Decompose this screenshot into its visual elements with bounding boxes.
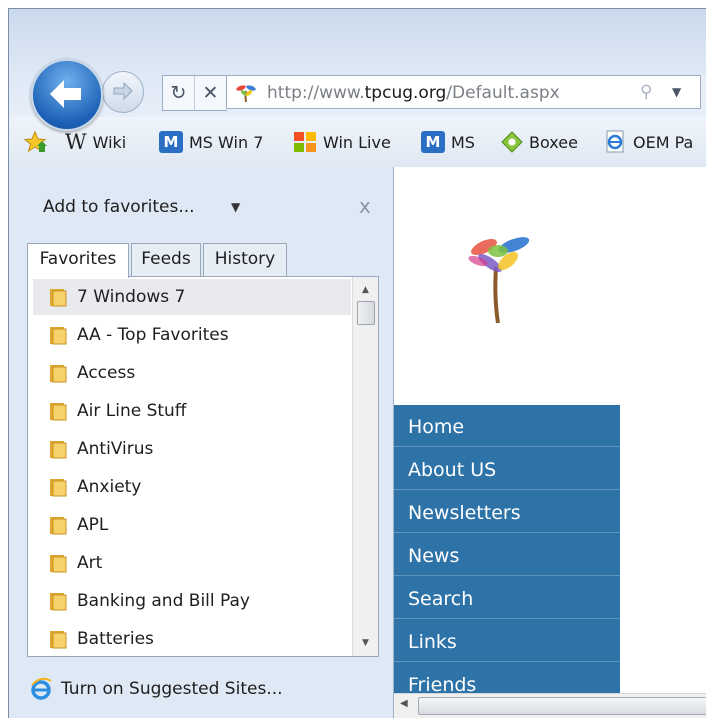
chevron-down-icon[interactable]: ▼ [672, 85, 681, 99]
folder-label: Banking and Bill Pay [77, 591, 250, 611]
list-item[interactable]: AntiVirus [33, 431, 351, 467]
close-icon[interactable]: x [359, 194, 371, 218]
folder-icon [50, 289, 67, 307]
internet-explorer-icon [31, 677, 52, 700]
wikipedia-icon: W [65, 130, 87, 154]
folder-icon [50, 555, 67, 573]
folder-label: Anxiety [77, 477, 142, 497]
list-item[interactable]: Anxiety [33, 469, 351, 505]
folder-icon [50, 327, 67, 345]
favorite-label: Win Live [323, 132, 391, 152]
favorite-link-win-live[interactable]: Win Live [293, 117, 391, 167]
favorites-star-icon[interactable] [23, 117, 49, 167]
address-url[interactable]: http://www.tpcug.org/Default.aspx [267, 83, 560, 103]
search-icon[interactable]: ⚲ [640, 82, 652, 102]
menu-item-about-us[interactable]: About US [394, 448, 620, 490]
folder-label: AA - Top Favorites [77, 325, 229, 345]
menu-item-home[interactable]: Home [394, 405, 620, 447]
list-item[interactable]: APL [33, 507, 351, 543]
url-prefix: http://www. [267, 83, 365, 103]
list-item[interactable]: Banking and Bill Pay [33, 583, 351, 619]
msn-icon: M [421, 131, 445, 153]
favorite-link-ms-win7[interactable]: M MS Win 7 [159, 117, 263, 167]
msn-icon: M [159, 131, 183, 153]
stop-icon[interactable]: ✕ [195, 76, 226, 110]
favorite-label: OEM Pa [633, 132, 694, 152]
refresh-icon[interactable]: ↻ [163, 76, 195, 110]
favorites-center: Add to favorites... ▼ x Favorites Feeds … [9, 167, 394, 718]
list-item[interactable]: Batteries [33, 621, 351, 656]
url-domain: tpcug.org [364, 83, 447, 103]
list-item[interactable]: Art [33, 545, 351, 581]
scroll-up-icon[interactable]: ▲ [353, 279, 378, 301]
horizontal-scrollbar[interactable]: ◀ [394, 693, 706, 718]
ie-page-icon [606, 130, 624, 153]
menu-item-news[interactable]: News [394, 534, 620, 576]
palm-tree-logo-icon [468, 237, 530, 324]
folder-icon [50, 403, 67, 421]
folder-icon [50, 517, 67, 535]
favorite-link-oem[interactable]: OEM Pa [605, 117, 693, 167]
suggested-sites-label: Turn on Suggested Sites... [61, 679, 283, 699]
browser-window: ↻ ✕ http://www.tpcug.org/Default.aspx ⚲ … [8, 8, 706, 718]
list-item[interactable]: 7 Windows 7 [33, 279, 351, 315]
forward-arrow-icon [113, 81, 133, 101]
folder-label: Batteries [77, 629, 154, 649]
favorite-label: Wiki [92, 132, 127, 152]
site-navigation-menu: Home About US Newsletters News Search Li… [394, 405, 620, 705]
site-favicon-icon [236, 85, 256, 103]
folder-label: 7 Windows 7 [77, 287, 186, 307]
favorites-list: 7 Windows 7 AA - Top Favorites Access Ai… [27, 276, 379, 657]
folder-label: Art [77, 553, 103, 573]
tab-history[interactable]: History [203, 243, 287, 276]
tab-favorites[interactable]: Favorites [27, 243, 129, 278]
list-item[interactable]: Access [33, 355, 351, 391]
back-arrow-icon [50, 80, 81, 108]
chevron-down-icon[interactable]: ▼ [231, 200, 240, 214]
folder-icon [50, 631, 67, 649]
folder-icon [50, 479, 67, 497]
folder-label: AntiVirus [77, 439, 154, 459]
folder-label: APL [77, 515, 109, 535]
menu-item-newsletters[interactable]: Newsletters [394, 491, 620, 533]
favorite-label: MS Win 7 [189, 132, 264, 152]
address-bar-edge [701, 75, 706, 109]
scroll-down-icon[interactable]: ▼ [353, 632, 378, 654]
star-add-icon [23, 130, 47, 153]
address-tools: ↻ ✕ [162, 75, 227, 111]
vertical-scrollbar[interactable]: ▲ ▼ [352, 277, 378, 656]
favorite-link-boxee[interactable]: Boxee [501, 117, 578, 167]
suggested-sites-link[interactable]: Turn on Suggested Sites... [29, 677, 283, 701]
back-button[interactable] [31, 59, 103, 131]
web-page-content: Home About US Newsletters News Search Li… [394, 167, 706, 718]
tab-feeds[interactable]: Feeds [131, 243, 201, 276]
scroll-left-icon[interactable]: ◀ [400, 698, 408, 709]
folder-icon [50, 441, 67, 459]
navigation-bar: ↻ ✕ http://www.tpcug.org/Default.aspx ⚲ … [9, 9, 706, 131]
add-to-favorites-button[interactable]: Add to favorites... [43, 197, 195, 217]
url-path: /Default.aspx [446, 83, 560, 103]
menu-item-search[interactable]: Search [394, 577, 620, 619]
menu-item-links[interactable]: Links [394, 620, 620, 662]
list-item[interactable]: AA - Top Favorites [33, 317, 351, 353]
list-item[interactable]: Air Line Stuff [33, 393, 351, 429]
scroll-thumb[interactable] [357, 301, 375, 325]
scroll-thumb[interactable] [418, 697, 706, 715]
folder-label: Access [77, 363, 136, 383]
address-bar[interactable]: http://www.tpcug.org/Default.aspx ⚲ ▼ [226, 75, 701, 109]
folder-label: Air Line Stuff [77, 401, 187, 421]
favorites-bar: W Wiki M MS Win 7 Win Live M MS Boxee OE… [9, 117, 706, 168]
favorite-link-ms[interactable]: M MS [421, 117, 475, 167]
favorite-label: Boxee [529, 132, 578, 152]
forward-button[interactable] [102, 71, 144, 113]
folder-icon [50, 593, 67, 611]
favorite-label: MS [451, 132, 475, 152]
boxee-icon [501, 131, 523, 153]
folder-icon [50, 365, 67, 383]
windows-live-icon [294, 132, 316, 152]
